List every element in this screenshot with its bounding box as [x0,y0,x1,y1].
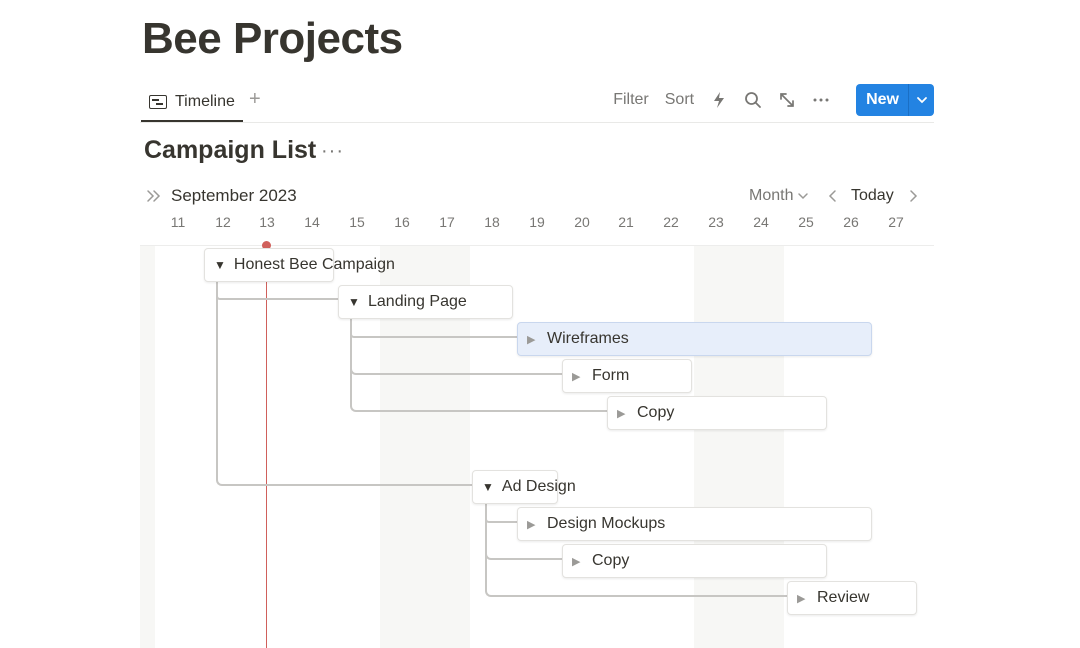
day-label: 13 [259,214,275,230]
today-button[interactable]: Today [851,187,894,205]
day-label: 22 [663,214,679,230]
double-chevron-right-icon[interactable] [146,186,162,206]
day-header: 11 12 13 14 15 16 17 18 19 20 21 22 23 2… [140,214,934,236]
timeline-item[interactable]: ▶ Form [562,359,692,393]
timeline-item[interactable]: ▶ Wireframes [517,322,872,356]
timeline-item[interactable]: ▼ Honest Bee Campaign [204,248,395,282]
caret-right-icon[interactable]: ▶ [527,518,539,531]
weekend-column [140,246,155,648]
day-label: 16 [394,214,410,230]
filter-button[interactable]: Filter [613,91,649,109]
expand-icon[interactable] [778,91,796,109]
item-label: Copy [637,404,675,421]
timeline-item[interactable]: ▼ Landing Page [338,285,513,319]
new-button-group: New [856,84,934,116]
sort-button[interactable]: Sort [665,91,694,109]
item-label: Ad Design [501,478,576,495]
timeline-item[interactable]: ▶ Review [787,581,917,615]
day-label: 25 [798,214,814,230]
day-label: 26 [843,214,859,230]
scale-selector[interactable]: Month [749,187,809,205]
timeline-item[interactable]: ▶ Copy [562,544,827,578]
page-title: Bee Projects [142,14,403,63]
caret-right-icon[interactable]: ▶ [797,592,809,605]
day-label: 21 [618,214,634,230]
item-label: Landing Page [368,293,467,310]
caret-right-icon[interactable]: ▶ [527,333,539,346]
day-label: 17 [439,214,455,230]
item-label: Wireframes [547,330,629,347]
item-label: Design Mockups [547,515,666,532]
scale-selector-label: Month [749,187,794,204]
more-icon[interactable] [812,91,830,109]
new-dropdown-button[interactable] [908,84,934,116]
chevron-down-icon [798,193,809,200]
timeline-item[interactable]: ▶ Design Mockups [517,507,872,541]
database-more-button[interactable]: ··· [321,140,344,163]
tab-timeline-label: Timeline [175,93,235,110]
item-label: Honest Bee Campaign [233,256,395,273]
day-label: 23 [708,214,724,230]
chevron-right-icon[interactable] [906,186,920,206]
view-toolbar: Filter Sort New [613,84,934,116]
caret-down-icon[interactable]: ▼ [214,258,226,272]
lightning-icon[interactable] [710,91,728,109]
caret-right-icon[interactable]: ▶ [572,555,584,568]
timeline-item[interactable]: ▼ Ad Design [472,470,576,504]
caret-right-icon[interactable]: ▶ [572,370,584,383]
timeline-icon [149,95,167,109]
day-label: 15 [349,214,365,230]
day-label: 12 [215,214,231,230]
new-button[interactable]: New [856,84,908,116]
caret-down-icon[interactable]: ▼ [482,480,494,494]
chevron-left-icon[interactable] [826,186,840,206]
item-label: Form [592,367,630,384]
search-icon[interactable] [744,91,762,109]
header-divider [140,122,934,123]
add-view-button[interactable]: + [249,88,261,111]
day-label: 11 [170,214,186,230]
caret-down-icon[interactable]: ▼ [348,295,360,309]
item-label: Copy [592,552,630,569]
day-label: 20 [574,214,590,230]
day-label: 19 [529,214,545,230]
timeline-item[interactable]: ▶ Copy [607,396,827,430]
day-label: 14 [304,214,320,230]
caret-right-icon[interactable]: ▶ [617,407,629,420]
day-label: 18 [484,214,500,230]
tab-timeline[interactable]: Timeline [141,84,243,122]
database-title[interactable]: Campaign List [144,136,316,165]
day-label: 27 [888,214,904,230]
chevron-down-icon [916,97,927,104]
current-month-label: September 2023 [171,186,297,205]
item-label: Review [817,589,870,606]
day-label: 24 [753,214,769,230]
